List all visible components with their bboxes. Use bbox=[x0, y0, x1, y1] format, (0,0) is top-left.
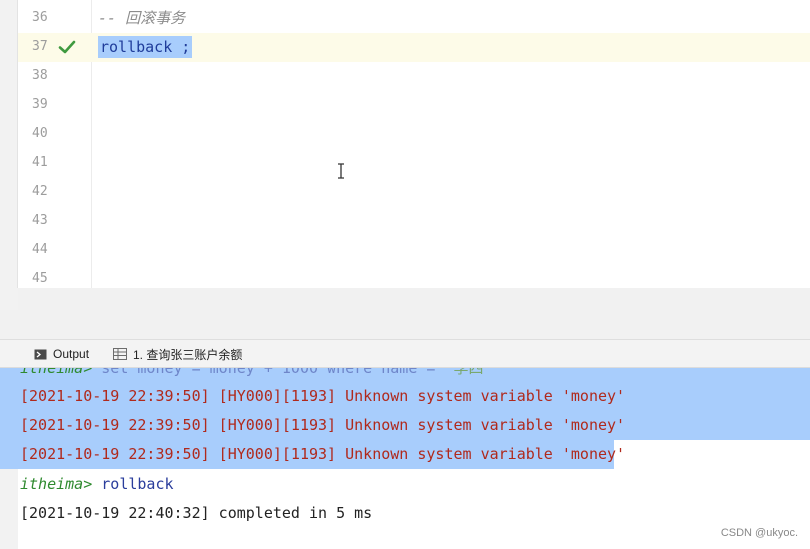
tab-output[interactable]: Output bbox=[34, 340, 89, 368]
output-console[interactable]: itheima> set money = money + 1000 where … bbox=[0, 368, 810, 549]
editor-side-strip bbox=[0, 0, 18, 288]
code-line-37[interactable]: rollback ; bbox=[98, 33, 193, 62]
text-cursor-icon bbox=[338, 163, 344, 179]
line-number: 40 bbox=[32, 126, 48, 141]
gutter-line-38: 38 bbox=[18, 62, 92, 91]
console-error-line: [2021-10-19 22:39:50] [HY000][1193] Unkn… bbox=[20, 416, 626, 434]
tab-label: Output bbox=[53, 347, 90, 361]
gutter-line-44: 44 bbox=[18, 236, 92, 265]
line-number: 41 bbox=[32, 155, 48, 170]
current-line-highlight bbox=[92, 33, 810, 62]
console-error-line: [2021-10-19 22:39:50] [HY000][1193] Unkn… bbox=[20, 387, 626, 405]
panel-divider[interactable] bbox=[0, 288, 810, 340]
line-number: 44 bbox=[32, 242, 48, 257]
gutter-line-45: 45 bbox=[18, 265, 92, 288]
code-line-36[interactable]: -- 回滚事务 bbox=[98, 4, 185, 33]
divider-side-strip bbox=[0, 288, 18, 310]
tab-label: 1. 查询张三账户余额 bbox=[133, 347, 243, 362]
line-number: 39 bbox=[32, 97, 48, 112]
selected-statement: rollback ; bbox=[98, 36, 193, 58]
watermark: CSDN @ukyoc. bbox=[720, 527, 798, 539]
table-icon bbox=[113, 348, 127, 360]
line-number: 45 bbox=[32, 271, 48, 286]
gutter-line-39: 39 bbox=[18, 91, 92, 120]
gutter-line-37: 37 bbox=[18, 33, 92, 62]
gutter-line-43: 43 bbox=[18, 207, 92, 236]
console-line-partial: itheima> set money = money + 1000 where … bbox=[20, 368, 493, 377]
console-result-line: [2021-10-19 22:40:32] completed in 5 ms bbox=[20, 504, 373, 522]
line-number: 38 bbox=[32, 68, 48, 83]
gutter-line-36: 36 bbox=[18, 4, 92, 33]
sql-editor[interactable]: 36 -- 回滚事务 37 rollback ; 38 39 40 41 42 … bbox=[0, 0, 810, 288]
output-icon bbox=[34, 349, 47, 359]
check-icon bbox=[58, 40, 76, 54]
services-tab-bar: Output 1. 查询张三账户余额 bbox=[0, 340, 810, 368]
line-number: 37 bbox=[32, 39, 48, 54]
line-number: 43 bbox=[32, 213, 48, 228]
gutter-line-42: 42 bbox=[18, 178, 92, 207]
tab-query-result[interactable]: 1. 查询张三账户余额 bbox=[113, 340, 242, 368]
console-command-line: itheima> rollback bbox=[20, 475, 174, 493]
console-error-line: [2021-10-19 22:39:50] [HY000][1193] Unkn… bbox=[20, 445, 626, 463]
gutter-line-41: 41 bbox=[18, 149, 92, 178]
line-number: 42 bbox=[32, 184, 48, 199]
console-side-strip bbox=[0, 458, 18, 549]
line-number: 36 bbox=[32, 10, 48, 25]
gutter-line-40: 40 bbox=[18, 120, 92, 149]
